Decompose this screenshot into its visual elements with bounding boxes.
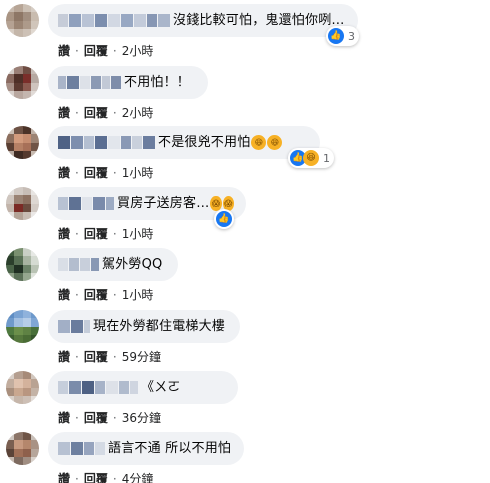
redacted-name[interactable] (58, 136, 156, 150)
like-link[interactable]: 讚 (58, 286, 70, 303)
comment-bubble: 語言不通 所以不用怕 (48, 432, 244, 465)
reaction-summary[interactable]: 👍 😆 1 (288, 148, 334, 168)
comment-time[interactable]: 2小時 (122, 42, 154, 59)
comment-actions: 讚 · 回覆 · 1小時 (58, 286, 154, 303)
comment-bubble: 不用怕！！ (48, 66, 208, 99)
avatar[interactable] (6, 371, 39, 404)
redacted-name[interactable] (58, 197, 115, 211)
comment-item: 不用怕！！ 讚 · 回覆 · 2小時 (0, 66, 490, 126)
comment-text: 沒錢比較可怕，鬼還怕你咧… (173, 12, 345, 28)
comment-text: 現在外勞都住電梯大樓 (93, 318, 226, 334)
avatar[interactable] (6, 66, 39, 99)
like-link[interactable]: 讚 (58, 409, 70, 426)
avatar[interactable] (6, 187, 39, 220)
comment-text: 買房子送房客… (117, 195, 210, 211)
reply-link[interactable]: 回覆 (84, 42, 108, 59)
redacted-name[interactable] (58, 14, 171, 28)
comment-item: 沒錢比較可怕，鬼還怕你咧… 👍 3 讚 · 回覆 · 2小時 (0, 4, 490, 64)
like-link[interactable]: 讚 (58, 104, 70, 121)
reply-link[interactable]: 回覆 (84, 470, 108, 483)
like-icon: 👍 (216, 211, 232, 227)
avatar[interactable] (6, 4, 39, 37)
reply-link[interactable]: 回覆 (84, 225, 108, 242)
redacted-name[interactable] (58, 442, 106, 456)
reaction-summary[interactable]: 👍 (214, 209, 234, 229)
comment-actions: 讚 · 回覆 · 2小時 (58, 104, 154, 121)
comment-bubble: 駕外勞QQ (48, 248, 178, 281)
comment-text: 不是很兇不用怕 (158, 134, 251, 150)
redacted-name[interactable] (58, 320, 91, 334)
comment-time[interactable]: 1小時 (122, 286, 154, 303)
avatar[interactable] (6, 248, 39, 281)
comment-time[interactable]: 36分鐘 (122, 409, 161, 426)
like-link[interactable]: 讚 (58, 164, 70, 181)
comment-time[interactable]: 2小時 (122, 104, 154, 121)
comment-bubble: 《ㄨㄛ (48, 371, 238, 404)
laughing-emoji-icon: 😆 (251, 135, 267, 150)
comment-bubble: 不是很兇不用怕 😆 😆 (48, 126, 320, 159)
comment-time[interactable]: 59分鐘 (122, 348, 161, 365)
comment-text: 駕外勞QQ (102, 256, 163, 272)
reply-link[interactable]: 回覆 (84, 164, 108, 181)
comment-actions: 讚 · 回覆 · 2小時 (58, 42, 154, 59)
comment-actions: 讚 · 回覆 · 1小時 (58, 225, 154, 242)
comment-bubble: 沒錢比較可怕，鬼還怕你咧… (48, 4, 358, 37)
redacted-name[interactable] (58, 258, 100, 272)
reaction-count: 3 (348, 29, 355, 43)
comment-time[interactable]: 1小時 (122, 164, 154, 181)
comment-text: 不用怕！！ (124, 74, 191, 90)
like-link[interactable]: 讚 (58, 225, 70, 242)
comment-actions: 讚 · 回覆 · 59分鐘 (58, 348, 161, 365)
reply-link[interactable]: 回覆 (84, 286, 108, 303)
redacted-name[interactable] (58, 76, 122, 90)
redacted-name[interactable] (58, 381, 139, 395)
reply-link[interactable]: 回覆 (84, 409, 108, 426)
laughing-emoji-icon: 😆 (267, 135, 283, 150)
haha-icon: 😆 (303, 150, 319, 166)
comment-bubble: 現在外勞都住電梯大樓 (48, 310, 240, 343)
comment-item: 不是很兇不用怕 😆 😆 👍 😆 1 讚 · 回覆 · 1小時 (0, 126, 490, 186)
comment-actions: 讚 · 回覆 · 36分鐘 (58, 409, 161, 426)
comment-item: 駕外勞QQ 讚 · 回覆 · 1小時 (0, 248, 490, 308)
comment-time[interactable]: 1小時 (122, 225, 154, 242)
comment-item: 買房子送房客… 😱 😱 👍 讚 · 回覆 · 1小時 (0, 187, 490, 247)
reaction-summary[interactable]: 👍 3 (326, 26, 359, 46)
comment-text: 語言不通 所以不用怕 (108, 440, 232, 456)
comment-item: 現在外勞都住電梯大樓 讚 · 回覆 · 59分鐘 (0, 310, 490, 370)
reaction-count: 1 (323, 151, 330, 165)
comment-text: 《ㄨㄛ (141, 379, 181, 395)
comment-item: 《ㄨㄛ 讚 · 回覆 · 36分鐘 (0, 371, 490, 431)
comment-item: 語言不通 所以不用怕 讚 · 回覆 · 4分鐘 (0, 432, 490, 483)
avatar[interactable] (6, 432, 39, 465)
comment-time[interactable]: 4分鐘 (122, 470, 154, 483)
avatar[interactable] (6, 310, 39, 343)
reply-link[interactable]: 回覆 (84, 104, 108, 121)
reply-link[interactable]: 回覆 (84, 348, 108, 365)
like-link[interactable]: 讚 (58, 42, 70, 59)
comment-actions: 讚 · 回覆 · 1小時 (58, 164, 154, 181)
like-link[interactable]: 讚 (58, 348, 70, 365)
comment-actions: 讚 · 回覆 · 4分鐘 (58, 470, 153, 483)
like-icon: 👍 (328, 28, 344, 44)
avatar[interactable] (6, 126, 39, 159)
like-link[interactable]: 讚 (58, 470, 70, 483)
